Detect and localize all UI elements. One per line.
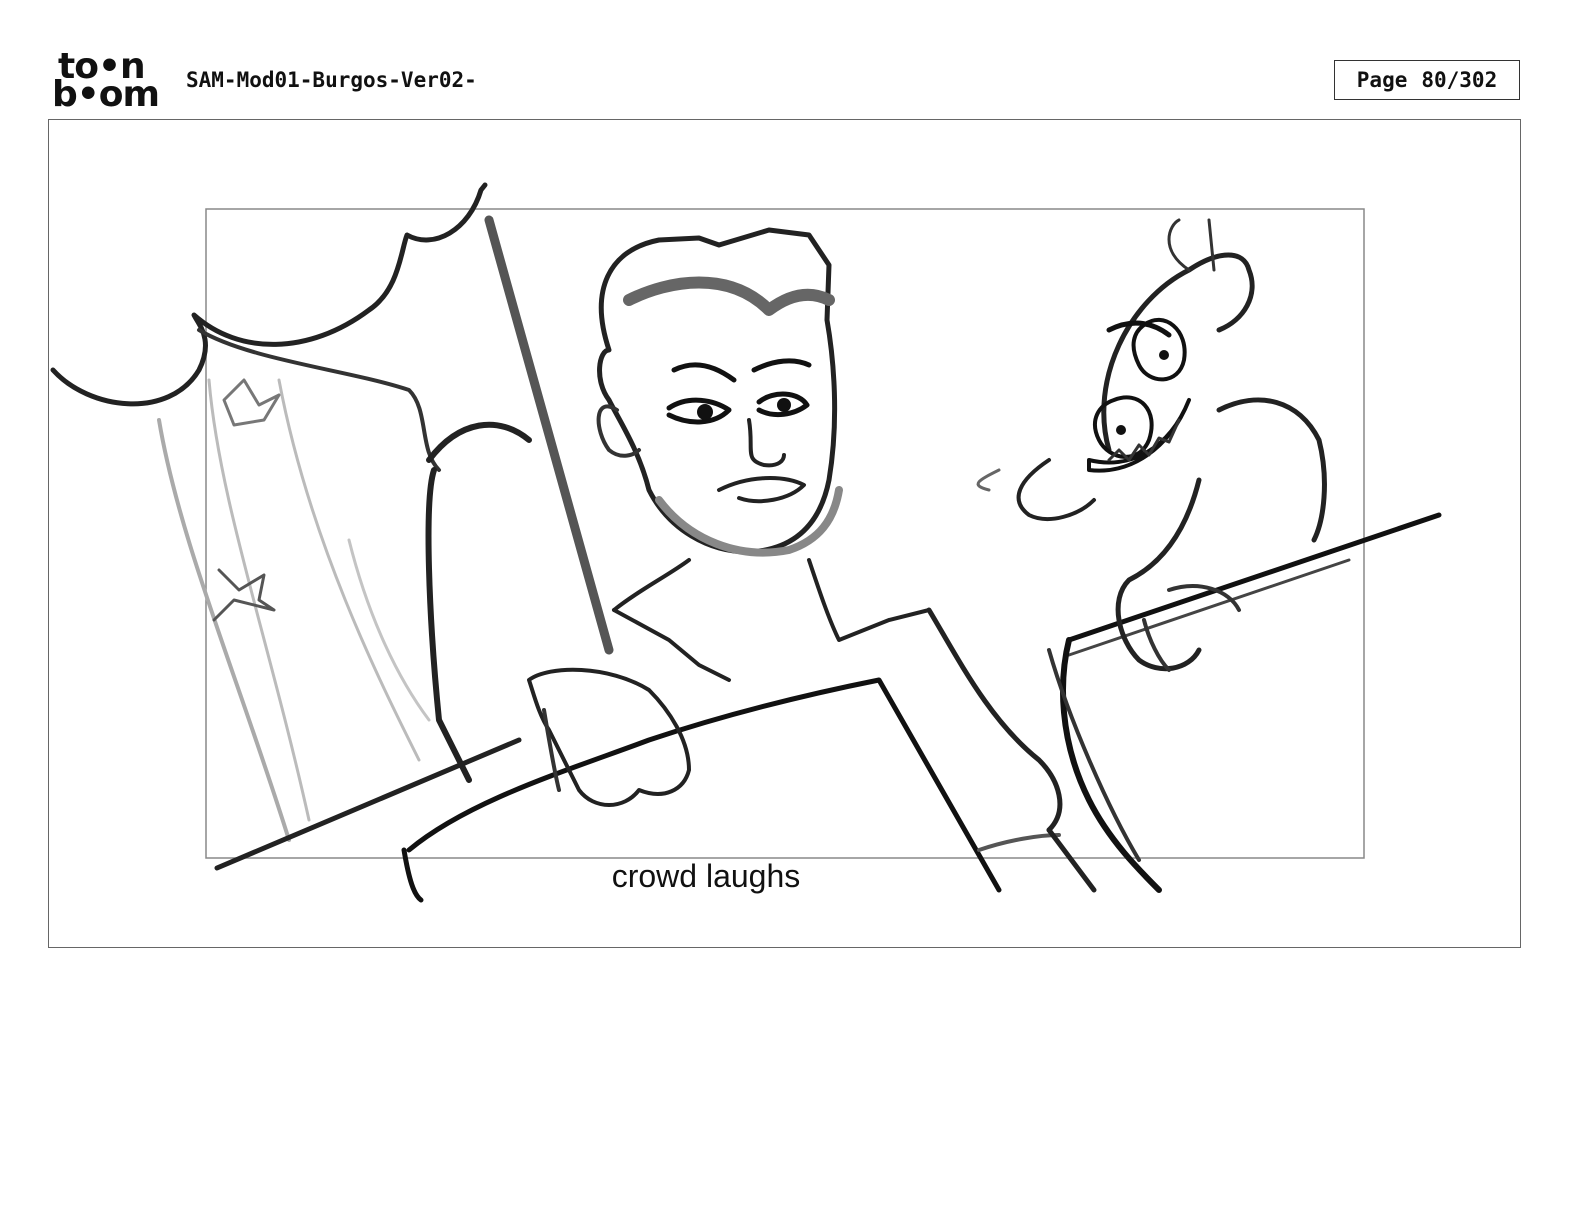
sketch-lines [50,182,1442,903]
logo-text-bottom: b•om [52,74,160,115]
panel-caption: crowd laughs [611,858,801,894]
document-title: SAM-Mod01-Burgos-Ver02- [186,68,477,92]
page-number: 80/302 [1421,68,1498,92]
storyboard-panel [48,119,1521,948]
page-label: Page [1356,68,1408,92]
page-indicator: Page 80/302 [1334,60,1520,100]
storyboard-sketch [50,182,1442,903]
toon-boom-logo: to•n b•om [52,49,164,115]
